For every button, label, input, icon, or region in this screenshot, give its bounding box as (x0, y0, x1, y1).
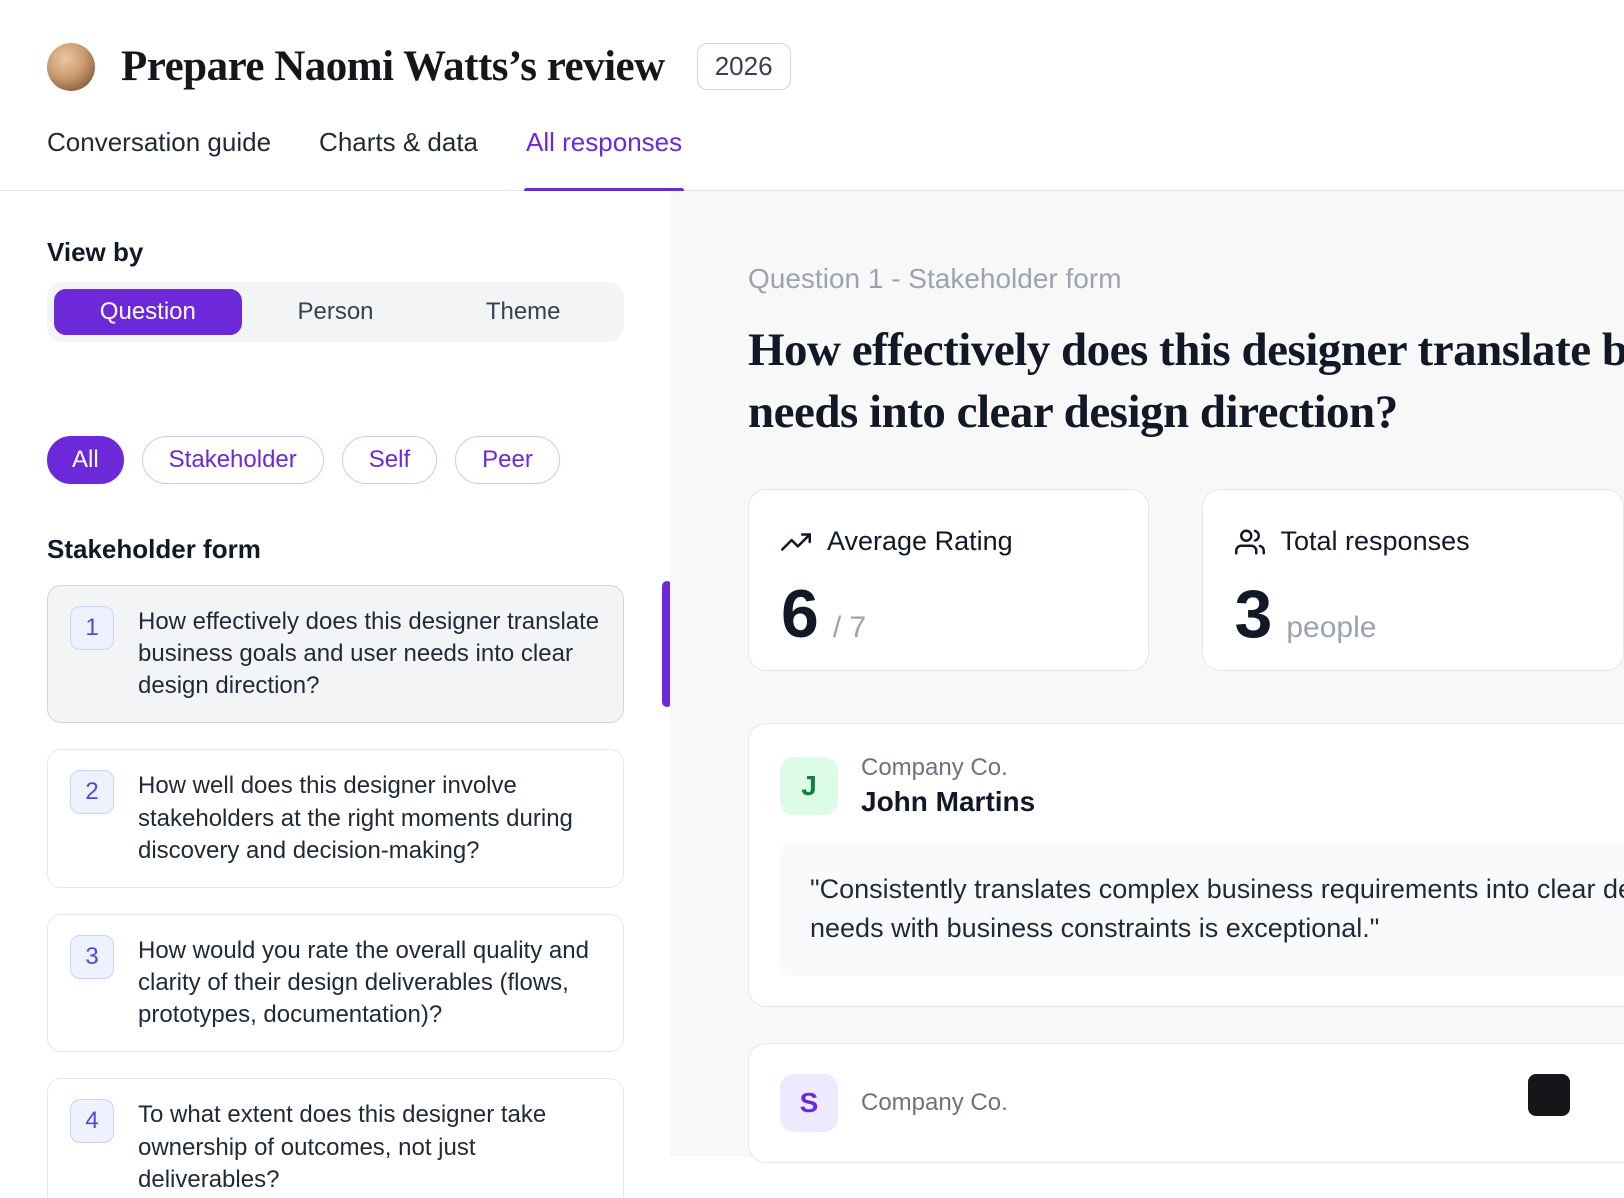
reviewer-name: John Martins (861, 786, 1035, 818)
view-mode-segmented-control: Question Person Theme (47, 282, 624, 342)
question-text: How effectively does this designer trans… (138, 606, 601, 702)
total-responses-card: Total responses 3 people (1202, 489, 1624, 671)
reviewer-initial-avatar: J (780, 757, 838, 815)
segment-theme[interactable]: Theme (429, 289, 617, 335)
average-rating-value: 6 (781, 575, 819, 653)
total-responses-header: Total responses (1235, 526, 1592, 557)
filter-stakeholder[interactable]: Stakeholder (142, 436, 324, 484)
total-responses-suffix: people (1286, 611, 1376, 645)
average-rating-card: Average Rating 6 / 7 (748, 489, 1149, 671)
response-card-second: S Company Co. (748, 1043, 1624, 1163)
filter-pills: All Stakeholder Self Peer (47, 436, 624, 484)
segment-question[interactable]: Question (54, 289, 242, 335)
question-text: How well does this designer involve stak… (138, 770, 601, 866)
response-header: S Company Co. (780, 1074, 1624, 1132)
header: Prepare Naomi Watts’s review 2026 (0, 0, 1624, 119)
year-badge: 2026 (697, 43, 791, 90)
filter-peer[interactable]: Peer (455, 436, 560, 484)
question-item-1[interactable]: 1 How effectively does this designer tra… (47, 585, 624, 723)
response-quote-line1: "Consistently translates complex busines… (810, 870, 1624, 909)
main-panel: Question 1 - Stakeholder form How effect… (670, 191, 1624, 1157)
reviewer-identity: Company Co. (861, 1089, 1008, 1117)
content: View by Question Person Theme All Stakeh… (0, 191, 1624, 1157)
average-rating-label: Average Rating (827, 526, 1013, 557)
question-context-label: Question 1 - Stakeholder form (748, 263, 1624, 295)
question-number-badge: 1 (70, 606, 114, 650)
tab-bar: Conversation guide Charts & data All res… (0, 119, 1624, 191)
question-list: 1 How effectively does this designer tra… (47, 585, 624, 1198)
question-item-3[interactable]: 3 How would you rate the overall quality… (47, 914, 624, 1052)
tab-conversation-guide[interactable]: Conversation guide (47, 127, 271, 190)
dark-thumbnail (1528, 1074, 1570, 1116)
page-title: Prepare Naomi Watts’s review (121, 42, 665, 91)
question-item-4[interactable]: 4 To what extent does this designer take… (47, 1078, 624, 1198)
total-responses-value-row: 3 people (1235, 575, 1592, 653)
question-number-badge: 3 (70, 935, 114, 979)
reviewer-company: Company Co. (861, 1089, 1008, 1117)
total-responses-value: 3 (1235, 575, 1273, 653)
filter-all[interactable]: All (47, 436, 124, 484)
responses-list: J Company Co. John Martins "Consistently… (748, 723, 1624, 1163)
trending-up-icon (781, 527, 811, 557)
question-number-badge: 2 (70, 770, 114, 814)
reviewer-company: Company Co. (861, 754, 1035, 782)
view-by-label: View by (47, 237, 624, 268)
question-heading: How effectively does this designer trans… (748, 319, 1624, 443)
reviewer-initial-avatar: S (780, 1074, 838, 1132)
response-header: J Company Co. John Martins (780, 754, 1624, 818)
tab-charts-data[interactable]: Charts & data (319, 127, 478, 190)
question-text: To what extent does this designer take o… (138, 1099, 601, 1195)
sidebar: View by Question Person Theme All Stakeh… (0, 191, 670, 1157)
question-number-badge: 4 (70, 1099, 114, 1143)
response-card-john-martins: J Company Co. John Martins "Consistently… (748, 723, 1624, 1007)
question-heading-line1: How effectively does this designer trans… (748, 319, 1624, 381)
avatar (47, 43, 95, 91)
question-text: How would you rate the overall quality a… (138, 935, 601, 1031)
segment-person[interactable]: Person (242, 289, 430, 335)
total-responses-label: Total responses (1281, 526, 1470, 557)
average-rating-value-row: 6 / 7 (781, 575, 1116, 653)
response-quote-line2: needs with business constraints is excep… (810, 909, 1624, 948)
tab-all-responses[interactable]: All responses (526, 127, 682, 190)
reviewer-identity: Company Co. John Martins (861, 754, 1035, 818)
users-icon (1235, 527, 1265, 557)
stats-row: Average Rating 6 / 7 (748, 489, 1624, 671)
average-rating-suffix: / 7 (833, 611, 866, 645)
filter-self[interactable]: Self (342, 436, 437, 484)
app-window: Prepare Naomi Watts’s review 2026 Conver… (0, 0, 1624, 1198)
question-heading-line2: needs into clear design direction? (748, 381, 1624, 443)
average-rating-header: Average Rating (781, 526, 1116, 557)
question-item-2[interactable]: 2 How well does this designer involve st… (47, 749, 624, 887)
stakeholder-form-heading: Stakeholder form (47, 534, 624, 565)
response-quote: "Consistently translates complex busines… (780, 842, 1624, 976)
